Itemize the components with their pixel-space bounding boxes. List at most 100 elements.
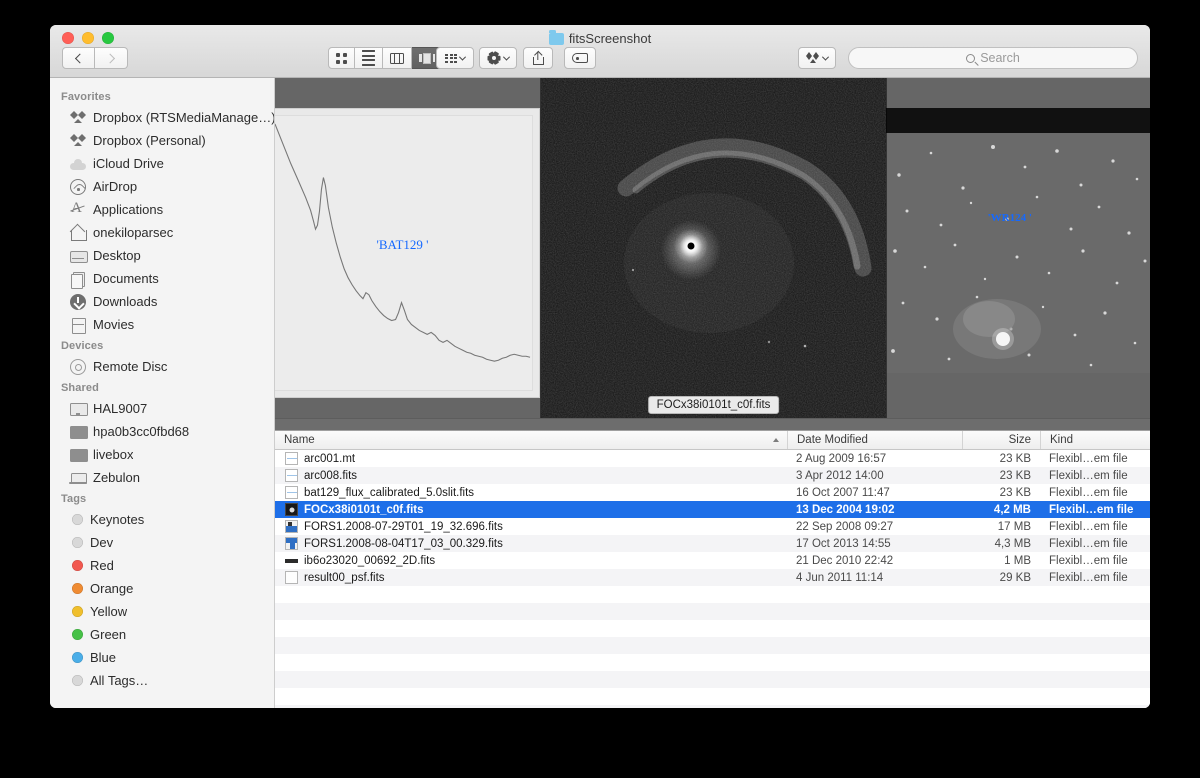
forward-button[interactable] <box>95 47 128 69</box>
spectrum-thumb <box>285 486 298 499</box>
column-header-name[interactable]: Name <box>275 431 787 449</box>
tag-dot <box>72 560 83 571</box>
coverflow-scrollbar[interactable] <box>275 418 1150 430</box>
sidebar-section-header: Devices <box>61 340 104 352</box>
search-input[interactable]: Search <box>848 47 1138 69</box>
file-name-label: arc001.mt <box>304 452 356 465</box>
table-row[interactable]: bat129_flux_calibrated_5.0slit.fits 16 Oc… <box>275 484 1150 501</box>
sidebar-item-airdrop[interactable]: AirDrop <box>50 175 274 198</box>
sidebar-item-downloads[interactable]: Downloads <box>50 290 274 313</box>
sidebar-item-zebulon[interactable]: Zebulon <box>50 466 274 489</box>
coverflow-pane[interactable]: 'BAT129 ' 'WR124 ' FOCx38i0101t_c0f.fits <box>275 78 1150 418</box>
sidebar-item-dropbox-rtsmediamanage[interactable]: Dropbox (RTSMediaManage…) <box>50 106 274 129</box>
column-view-button[interactable] <box>383 47 412 69</box>
sidebar-item-label: livebox <box>93 447 134 462</box>
file-list-header: Name Date Modified Size Kind <box>275 430 1150 450</box>
sidebar-item-dev[interactable]: Dev <box>50 531 274 554</box>
bar-thumb <box>285 554 298 567</box>
chevron-down-icon <box>821 53 830 61</box>
sidebar-item-orange[interactable]: Orange <box>50 577 274 600</box>
sidebar-item-movies[interactable]: Movies <box>50 313 274 336</box>
minimize-button[interactable] <box>82 32 94 44</box>
window-body: Favorites Dropbox (RTSMediaManage…) Dropbo… <box>50 78 1150 708</box>
sidebar-item-keynotes[interactable]: Keynotes <box>50 508 274 531</box>
computer-icon <box>70 447 88 463</box>
list-view-button[interactable] <box>355 47 383 69</box>
sidebar-item-applications[interactable]: Applications <box>50 198 274 221</box>
dark-image-thumb <box>285 503 298 516</box>
sidebar-item-blue[interactable]: Blue <box>50 646 274 669</box>
tag-dot <box>72 537 83 548</box>
sidebar-item-label: Green <box>90 627 127 642</box>
action-menu-button[interactable] <box>479 47 517 69</box>
sidebar-item-green[interactable]: Green <box>50 623 274 646</box>
sidebar-item-hal9007[interactable]: HAL9007 <box>50 397 274 420</box>
column-header-kind[interactable]: Kind <box>1040 431 1150 449</box>
sidebar-item-onekiloparsec[interactable]: onekiloparsec <box>50 221 274 244</box>
sidebar-section-header: Favorites <box>61 91 111 103</box>
coverflow-previous-item[interactable]: 'BAT129 ' <box>275 108 540 398</box>
table-row[interactable]: result00_psf.fits 4 Jun 2011 11:14 29 KB Fl… <box>275 569 1150 586</box>
file-list[interactable]: arc001.mt 2 Aug 2009 16:57 23 KB Flexibl…em… <box>275 450 1150 708</box>
sidebar-item-label: Yellow <box>90 604 128 619</box>
file-size-cell: 29 KB <box>999 571 1031 584</box>
table-row[interactable]: FOCx38i0101t_c0f.fits 13 Dec 2004 19:02 4,… <box>275 501 1150 518</box>
grid-icon <box>336 52 347 64</box>
sidebar-item-label: Documents <box>93 271 159 286</box>
table-row[interactable]: arc008.fits 3 Apr 2012 14:00 23 KB Flexibl…… <box>275 467 1150 484</box>
table-row[interactable]: FORS1.2008-08-04T17_03_00.329.fits 17 Oct… <box>275 535 1150 552</box>
file-name-label: FORS1.2008-08-04T17_03_00.329.fits <box>304 537 503 550</box>
disc-icon <box>70 358 86 375</box>
file-name-label: FOCx38i0101t_c0f.fits <box>304 503 424 516</box>
finder-window: fitsScreenshot Search Favorites Dropbox … <box>50 25 1150 708</box>
icon-view-button[interactable] <box>328 47 355 69</box>
sidebar-item-yellow[interactable]: Yellow <box>50 600 274 623</box>
sidebar-item-icloud-drive[interactable]: iCloud Drive <box>50 152 274 175</box>
zoom-button[interactable] <box>102 32 114 44</box>
file-name-cell: FORS1.2008-08-04T17_03_00.329.fits <box>275 537 787 550</box>
sidebar-item-all-tags[interactable]: All Tags… <box>50 669 274 692</box>
chevron-right-icon <box>104 53 115 63</box>
column-header-size[interactable]: Size <box>962 431 1040 449</box>
navigation-buttons <box>62 47 128 69</box>
dropbox-group <box>798 47 836 69</box>
sidebar-item-remote-disc[interactable]: Remote Disc <box>50 355 274 378</box>
share-icon <box>532 51 544 65</box>
table-row[interactable]: ib6o23020_00692_2D.fits 21 Dec 2010 22:42… <box>275 552 1150 569</box>
sidebar[interactable]: Favorites Dropbox (RTSMediaManage…) Dropbo… <box>50 78 275 708</box>
sidebar-item-dropbox-personal[interactable]: Dropbox (Personal) <box>50 129 274 152</box>
sidebar-item-label: Applications <box>93 202 164 217</box>
sidebar-item-documents[interactable]: Documents <box>50 267 274 290</box>
file-name-cell: FOCx38i0101t_c0f.fits <box>275 503 787 516</box>
column-header-date-modified[interactable]: Date Modified <box>787 431 962 449</box>
table-row[interactable]: arc001.mt 2 Aug 2009 16:57 23 KB Flexibl…em… <box>275 450 1150 467</box>
sidebar-item-hpa0b3cc0fbd68[interactable]: hpa0b3cc0fbd68 <box>50 420 274 443</box>
arrange-button[interactable] <box>436 47 474 69</box>
dropbox-menu-button[interactable] <box>798 47 836 69</box>
blue-image-thumb <box>285 520 298 533</box>
sidebar-item-desktop[interactable]: Desktop <box>50 244 274 267</box>
file-size-cell: 1 MB <box>1004 554 1031 567</box>
gear-icon <box>488 51 501 65</box>
display-icon <box>70 401 88 417</box>
search-placeholder: Search <box>980 51 1020 65</box>
file-date-cell: 21 Dec 2010 22:42 <box>796 554 894 567</box>
dropbox-icon <box>806 51 820 65</box>
search-icon <box>966 53 976 63</box>
tag-button[interactable] <box>564 47 596 69</box>
airdrop-icon <box>70 178 86 195</box>
downloads-icon <box>70 293 86 310</box>
coverflow-next-item[interactable]: 'WR124 ' <box>885 133 1150 373</box>
sort-ascending-icon <box>773 438 779 442</box>
coverflow-next-topbar <box>885 108 1150 134</box>
chevron-down-icon <box>458 53 467 61</box>
sidebar-item-red[interactable]: Red <box>50 554 274 577</box>
share-button[interactable] <box>523 47 553 69</box>
coverflow-current-item[interactable]: FOCx38i0101t_c0f.fits <box>541 78 886 418</box>
file-date-cell: 22 Sep 2008 09:27 <box>796 520 894 533</box>
sidebar-item-livebox[interactable]: livebox <box>50 443 274 466</box>
table-row[interactable]: FORS1.2008-07-29T01_19_32.696.fits 22 Sep… <box>275 518 1150 535</box>
back-button[interactable] <box>62 47 95 69</box>
spectrum-thumb <box>285 452 298 465</box>
close-button[interactable] <box>62 32 74 44</box>
